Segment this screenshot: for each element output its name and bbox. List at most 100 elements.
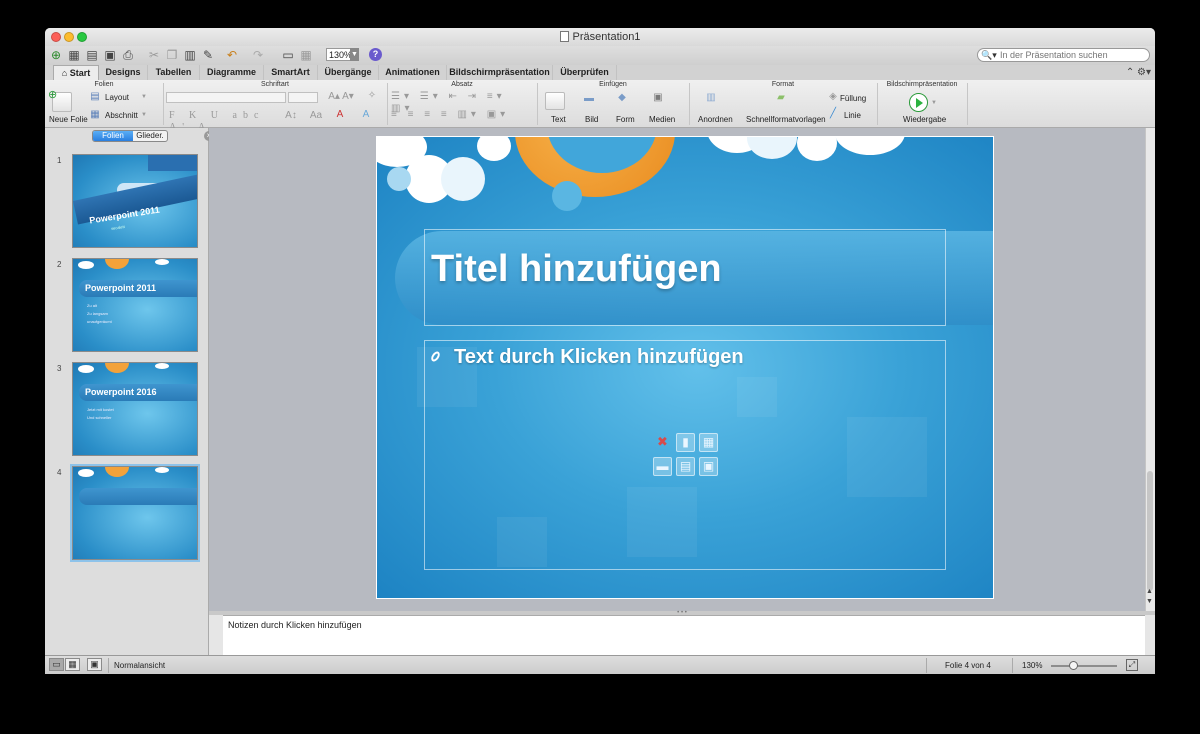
tab-gliederung[interactable]: Glieder. xyxy=(133,131,167,141)
thumb-title: Powerpoint 2016 xyxy=(85,387,157,397)
next-slide-icon[interactable]: ▼ xyxy=(1146,598,1153,605)
search-icon[interactable]: 🔍▾ xyxy=(981,49,997,61)
thumb-decoration xyxy=(148,155,197,171)
slide-thumbnail-2[interactable]: Powerpoint 2011 Zu alt Zu langsam unaufg… xyxy=(72,258,198,352)
insert-picture-icon[interactable]: ▬ xyxy=(653,457,672,476)
format-painter-icon[interactable]: ✎ xyxy=(201,48,215,62)
plus-icon: ⊕ xyxy=(48,89,58,101)
insert-clipart-icon[interactable]: ▤ xyxy=(676,457,695,476)
templates-icon[interactable]: ▦ xyxy=(67,48,81,62)
close-window-icon[interactable] xyxy=(51,32,61,42)
insert-text-button[interactable]: Text xyxy=(551,115,566,124)
tab-uebergaenge[interactable]: Übergänge xyxy=(318,65,379,80)
play-slideshow-button[interactable]: Wiedergabe xyxy=(903,115,946,124)
chevron-down-icon[interactable]: ▼ xyxy=(141,109,147,121)
chevron-down-icon[interactable]: ▼ xyxy=(350,48,359,61)
tab-designs[interactable]: Designs xyxy=(99,65,148,80)
tab-diagramme[interactable]: Diagramme xyxy=(200,65,264,80)
insert-shape-button[interactable]: Form xyxy=(616,115,635,124)
search-field[interactable]: 🔍▾ xyxy=(977,48,1150,62)
section-icon: ▦ xyxy=(90,109,100,120)
font-size-up-down-icon[interactable]: A▴ A▾ xyxy=(323,91,359,103)
fit-to-window-icon[interactable]: ⤢ xyxy=(1126,659,1138,671)
play-icon[interactable] xyxy=(909,93,928,112)
tab-bildschirmpraesentation[interactable]: Bildschirmpräsentation xyxy=(447,65,553,80)
line-button[interactable]: Linie xyxy=(844,111,861,120)
highlight-icon[interactable]: A xyxy=(359,109,373,121)
font-color-icon[interactable]: A xyxy=(333,109,347,121)
content-placeholder[interactable]: Text durch Klicken hinzufügen ✖ ▮ ▦ ▬ ▤ … xyxy=(424,340,946,570)
slide-thumbnail-1[interactable]: Powerpoint 2011 secalett xyxy=(72,154,198,248)
previous-slide-icon[interactable]: ▲ xyxy=(1146,588,1153,595)
insert-chart-icon[interactable]: ▮ xyxy=(676,433,695,452)
quick-styles-icon: ▰ xyxy=(777,92,785,103)
cut-icon[interactable]: ✂ xyxy=(147,48,161,62)
thumb-decoration xyxy=(78,261,94,269)
print-icon[interactable]: ⎙ xyxy=(121,48,135,62)
group-title-folien: Folien xyxy=(94,81,114,88)
thumb-decoration xyxy=(78,365,94,373)
chevron-up-icon[interactable]: ⌃ xyxy=(1126,67,1134,78)
insert-smartart-icon[interactable]: ▦ xyxy=(699,433,718,452)
slide-thumbnail-3[interactable]: Powerpoint 2016 Jetzt mit kostet Und sch… xyxy=(72,362,198,456)
zoom-window-icon[interactable] xyxy=(77,32,87,42)
new-slide-button[interactable]: Neue Folie xyxy=(49,115,88,124)
slideshow-view-icon[interactable]: ▣ xyxy=(87,658,102,671)
font-name-select[interactable] xyxy=(166,92,286,103)
normal-view-icon[interactable]: ▭ xyxy=(49,658,64,671)
line-icon: ╱ xyxy=(829,108,837,119)
undo-icon[interactable]: ↶ xyxy=(225,48,239,62)
clear-format-icon[interactable]: ✧ xyxy=(365,90,379,102)
paste-icon[interactable]: ▥ xyxy=(183,48,197,62)
help-icon[interactable]: ? xyxy=(369,48,382,61)
zoom-slider-knob[interactable] xyxy=(1069,661,1078,670)
align-buttons[interactable]: ≡ ≡ ≡ ≡ ▥▾ ▣▾ xyxy=(391,109,535,121)
minimize-window-icon[interactable] xyxy=(64,32,74,42)
tab-tabellen[interactable]: Tabellen xyxy=(148,65,200,80)
redo-icon[interactable]: ↷ xyxy=(251,48,265,62)
quick-styles-button[interactable]: Schnellformatvorlagen xyxy=(746,115,826,124)
divider xyxy=(537,83,538,125)
slide-icon[interactable]: ▭ xyxy=(281,48,295,62)
zoom-slider[interactable] xyxy=(1051,665,1117,667)
insert-picture-button[interactable]: Bild xyxy=(585,115,598,124)
chevron-down-icon[interactable]: ▼ xyxy=(931,97,937,109)
change-case-icon[interactable]: Aa xyxy=(307,110,325,122)
layout-button[interactable]: Layout xyxy=(105,93,129,102)
slide-number: 4 xyxy=(57,468,62,477)
fill-button[interactable]: Füllung xyxy=(840,94,866,103)
tab-folien[interactable]: Folien xyxy=(93,131,133,141)
tab-smartart[interactable]: SmartArt xyxy=(264,65,318,80)
media-icon: ▣ xyxy=(653,92,663,103)
title-placeholder[interactable]: Titel hinzufügen xyxy=(424,229,946,326)
new-icon[interactable]: ⊕ xyxy=(49,48,63,62)
insert-media-button[interactable]: Medien xyxy=(649,115,675,124)
table-icon[interactable]: ▦ xyxy=(299,48,313,62)
character-spacing-icon[interactable]: A↕ xyxy=(281,110,301,122)
insert-table-icon[interactable]: ✖ xyxy=(653,433,672,452)
arrange-button[interactable]: Anordnen xyxy=(698,115,733,124)
copy-icon[interactable]: ❐ xyxy=(165,48,179,62)
thumb-decoration xyxy=(105,259,129,269)
scrollbar-thumb[interactable] xyxy=(1147,471,1153,591)
search-input[interactable] xyxy=(1000,49,1145,61)
open-icon[interactable]: ▤ xyxy=(85,48,99,62)
tab-ueberpruefen[interactable]: Überprüfen xyxy=(553,65,617,80)
save-icon[interactable]: ▣ xyxy=(103,48,117,62)
chevron-down-icon[interactable]: ▼ xyxy=(141,91,147,103)
notes-pane[interactable]: Notizen durch Klicken hinzufügen xyxy=(223,615,1145,656)
slide-counter: Folie 4 von 4 xyxy=(945,661,991,670)
tab-animationen[interactable]: Animationen xyxy=(379,65,447,80)
font-size-select[interactable] xyxy=(288,92,318,103)
section-button[interactable]: Abschnitt xyxy=(105,111,138,120)
cloud-decoration xyxy=(441,157,485,201)
home-icon: ⌂ xyxy=(61,68,70,78)
tab-start[interactable]: ⌂ Start xyxy=(53,65,99,81)
gear-icon[interactable]: ⚙▾ xyxy=(1137,67,1151,78)
slide-thumbnail-4[interactable] xyxy=(70,464,200,562)
slide-sorter-icon[interactable]: ▦ xyxy=(65,658,80,671)
insert-movie-icon[interactable]: ▣ xyxy=(699,457,718,476)
slide-title: Titel hinzufügen xyxy=(431,248,722,290)
thumb-title: Powerpoint 2011 xyxy=(85,283,157,293)
ribbon-collapse-settings[interactable]: ⌃ ⚙▾ xyxy=(1126,65,1151,80)
